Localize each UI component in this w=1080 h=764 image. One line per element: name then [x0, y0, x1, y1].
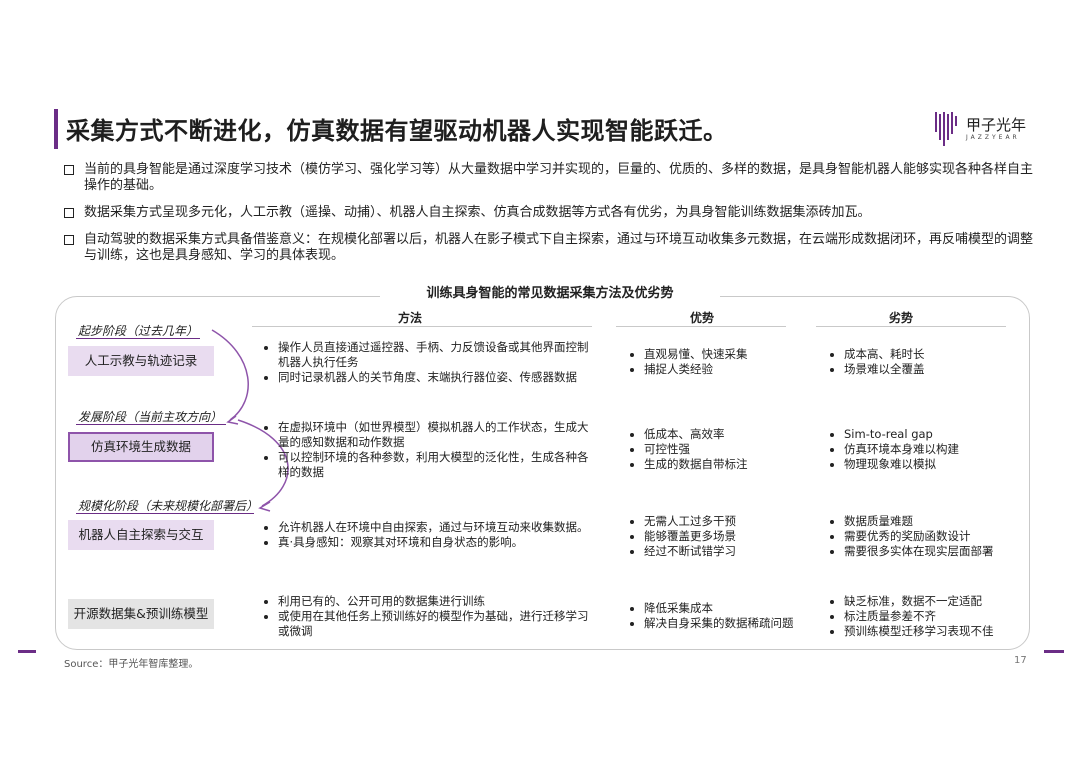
- pros-cell: 降低采集成本解决自身采集的数据稀疏问题: [624, 601, 804, 631]
- cons-cell: Sim-to-real gap仿真环境本身难以构建物理现象难以模拟: [824, 427, 1024, 472]
- pros-cell: 低成本、高效率可控性强生成的数据自带标注: [624, 427, 804, 472]
- footer-accent-left: [18, 650, 36, 653]
- footer-accent-right: [1044, 650, 1064, 653]
- category-open-dataset: 开源数据集&预训练模型: [68, 599, 214, 629]
- pros-cell: 无需人工过多干预能够覆盖更多场景经过不断试错学习: [624, 514, 804, 559]
- category-autonomous: 机器人自主探索与交互: [68, 520, 214, 550]
- category-manual-demo: 人工示教与轨迹记录: [68, 346, 214, 376]
- stage-arrow: [211, 329, 249, 421]
- method-cell: 利用已有的、公开可用的数据集进行训练或使用在其他任务上预训练好的模型作为基础，进…: [258, 594, 594, 639]
- method-cell: 允许机器人在环境中自由探索，通过与环境互动来收集数据。真·具身感知：观察其对环境…: [258, 520, 594, 550]
- source-note: Source：甲子光年智库整理。: [64, 659, 199, 670]
- cons-cell: 数据质量难题需要优秀的奖励函数设计需要很多实体在现实层面部署: [824, 514, 1024, 559]
- cons-cell: 成本高、耗时长场景难以全覆盖: [824, 347, 1024, 377]
- method-cell: 在虚拟环境中（如世界模型）模拟机器人的工作状态，生成大量的感知数据和动作数据可以…: [258, 420, 594, 480]
- method-cell: 操作人员直接通过遥控器、手柄、力反馈设备或其他界面控制机器人执行任务同时记录机器…: [258, 340, 594, 385]
- page-number: 17: [1014, 655, 1027, 666]
- pros-cell: 直观易懂、快速采集捕捉人类经验: [624, 347, 804, 377]
- stage-arrow-head: [258, 501, 271, 512]
- cons-cell: 缺乏标准，数据不一定适配标注质量参差不齐预训练模型迁移学习表现不佳: [824, 594, 1024, 639]
- category-simulation: 仿真环境生成数据: [68, 432, 214, 462]
